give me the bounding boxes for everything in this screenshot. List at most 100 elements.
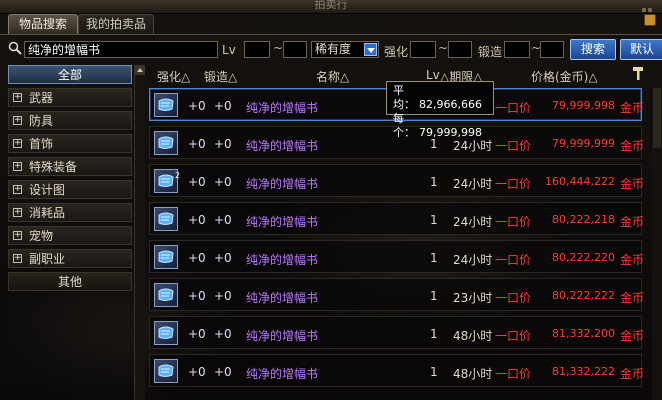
blue-scroll-icon[interactable]: [154, 207, 178, 231]
table-row[interactable]: +0 +0 纯净的增幅书 1 48小时 一口价 81,332,222 金币: [149, 354, 644, 387]
stack-count: 2: [175, 171, 181, 180]
cell-buy[interactable]: 一口价: [495, 175, 531, 192]
sidebar-item-4[interactable]: + 特殊装备: [8, 157, 132, 176]
sidebar-item-3[interactable]: + 首饰: [8, 134, 132, 153]
cell-time: 24小时: [453, 177, 493, 191]
cell-lv: 1: [430, 327, 438, 341]
chevron-down-icon[interactable]: [364, 43, 377, 56]
default-button[interactable]: 默认: [620, 39, 662, 60]
enhance-max-input[interactable]: [448, 41, 472, 58]
cell-unit: 金币: [620, 215, 645, 229]
cell-unit: 金币: [620, 329, 645, 343]
table-row[interactable]: 2 +0 +0 纯净的增幅书 1 24小时 一口价 160,444,222 金币: [149, 164, 644, 197]
blue-scroll-icon[interactable]: [154, 321, 178, 345]
search-button[interactable]: 搜索: [570, 39, 616, 60]
col-enhance[interactable]: 强化△: [157, 68, 190, 84]
tab-divider: [0, 34, 662, 35]
cell-buy[interactable]: 一口价: [495, 99, 531, 116]
sidebar-item-5[interactable]: + 设计图: [8, 180, 132, 199]
expand-plus-icon[interactable]: +: [13, 185, 22, 194]
sidebar-item-6[interactable]: + 消耗品: [8, 203, 132, 222]
sidebar-item-8[interactable]: + 副职业: [8, 249, 132, 268]
cell-buy[interactable]: 一口价: [495, 213, 531, 230]
blue-scroll-icon[interactable]: [154, 283, 178, 307]
cell-buy[interactable]: 一口价: [495, 251, 531, 268]
table-row[interactable]: +0 +0 纯净的增幅书 1 48小时 一口价 81,332,200 金币: [149, 316, 645, 349]
cell-enhance: +0: [188, 99, 206, 113]
sidebar-item-1[interactable]: + 武器: [8, 88, 132, 107]
expand-plus-icon[interactable]: +: [13, 93, 22, 102]
expand-plus-icon[interactable]: +: [13, 139, 22, 148]
cell-name: 纯净的增幅书: [246, 215, 319, 229]
blue-scroll-icon[interactable]: [154, 131, 178, 155]
hammer-icon[interactable]: [632, 66, 644, 80]
sidebar-item-label: 其他: [57, 275, 82, 289]
table-row[interactable]: +0 +0 纯净的增幅书 1 24小时 一口价 80,222,218 金币: [149, 202, 645, 235]
scroll-up-icon[interactable]: [135, 65, 145, 75]
cell-forge: +0: [214, 213, 232, 227]
sidebar-item-label: 设计图: [29, 183, 66, 197]
tooltip-avg-label: 平均：: [393, 84, 415, 111]
table-row[interactable]: +0 +0 纯净的增幅书 1 24小时 一口价 80,222,220 金币: [149, 240, 644, 273]
col-name[interactable]: 名称△: [316, 68, 349, 84]
cell-buy[interactable]: 一口价: [495, 327, 531, 344]
cell-buy[interactable]: 一口价: [495, 365, 531, 382]
cell-enhance: +0: [188, 213, 206, 227]
cell-buy[interactable]: 一口价: [495, 137, 531, 154]
results-scrollbar[interactable]: [652, 88, 662, 400]
sidebar-scrollbar[interactable]: [134, 65, 145, 400]
cell-forge: +0: [214, 175, 232, 189]
blue-scroll-icon[interactable]: [154, 93, 178, 117]
sidebar-item-label: 宠物: [29, 229, 54, 243]
tab-my-auctions[interactable]: 我的拍卖品: [78, 14, 154, 35]
forge-max-input[interactable]: [540, 41, 564, 58]
coin-icon: [644, 14, 656, 26]
expand-plus-icon[interactable]: +: [13, 162, 22, 171]
sidebar-item-label: 消耗品: [29, 206, 66, 220]
cell-forge: +0: [214, 137, 232, 151]
cell-enhance: +0: [188, 137, 206, 151]
expand-plus-icon[interactable]: +: [13, 208, 22, 217]
col-forge[interactable]: 锻造△: [204, 68, 237, 84]
table-row[interactable]: +0 +0 纯净的增幅书 1 23小时 一口价 80,222,222 金币: [149, 278, 645, 311]
blue-scroll-icon[interactable]: 2: [154, 169, 181, 193]
cell-time: 48小时: [453, 329, 493, 343]
sidebar-item-0[interactable]: 全部: [8, 65, 132, 84]
cell-price: 79,999,998: [552, 99, 615, 112]
sidebar-item-9[interactable]: 其他: [8, 272, 132, 291]
lv-max-input[interactable]: [283, 41, 307, 58]
scroll-thumb[interactable]: [653, 88, 661, 148]
cell-time: 24小时: [453, 215, 493, 229]
search-input[interactable]: 纯净的增幅书: [24, 41, 218, 58]
category-sidebar: 全部 + 武器 + 防具 + 首饰 + 特殊装备 + 设计图 + 消耗品 + 宠物 + 副职业 其他: [4, 65, 145, 400]
enhance-min-input[interactable]: [410, 41, 436, 58]
expand-plus-icon[interactable]: +: [13, 231, 22, 240]
expand-plus-icon[interactable]: +: [13, 116, 22, 125]
sidebar-item-7[interactable]: + 宠物: [8, 226, 132, 245]
cell-price: 80,222,220: [552, 251, 615, 264]
lv-label: Lv: [222, 43, 236, 57]
lv-min-input[interactable]: [244, 41, 270, 58]
blue-scroll-icon[interactable]: [154, 359, 178, 383]
blue-scroll-icon[interactable]: [154, 245, 178, 269]
tab-item-search[interactable]: 物品搜索: [8, 14, 78, 35]
sidebar-item-2[interactable]: + 防具: [8, 111, 132, 130]
col-price[interactable]: 价格(金币)△: [531, 68, 598, 84]
cell-buy[interactable]: 一口价: [495, 289, 531, 306]
cell-name: 纯净的增幅书: [246, 139, 319, 153]
sidebar-item-label: 防具: [29, 114, 54, 128]
rarity-select[interactable]: 稀有度: [311, 41, 379, 58]
cell-lv: 1: [430, 213, 438, 227]
cell-unit: 金币: [620, 291, 645, 305]
window-controls-icon[interactable]: [640, 1, 656, 12]
window-title: 拍卖行: [314, 0, 348, 11]
cell-forge: +0: [214, 289, 232, 303]
magnifier-icon: [8, 41, 22, 55]
sidebar-item-label: 副职业: [29, 252, 66, 266]
forge-min-input[interactable]: [504, 41, 530, 58]
cell-name: 纯净的增幅书: [246, 253, 319, 267]
cell-time: 24小时: [453, 253, 493, 267]
cell-price: 79,999,999: [552, 137, 615, 150]
expand-plus-icon[interactable]: +: [13, 254, 22, 263]
cell-unit: 金币: [620, 139, 645, 153]
